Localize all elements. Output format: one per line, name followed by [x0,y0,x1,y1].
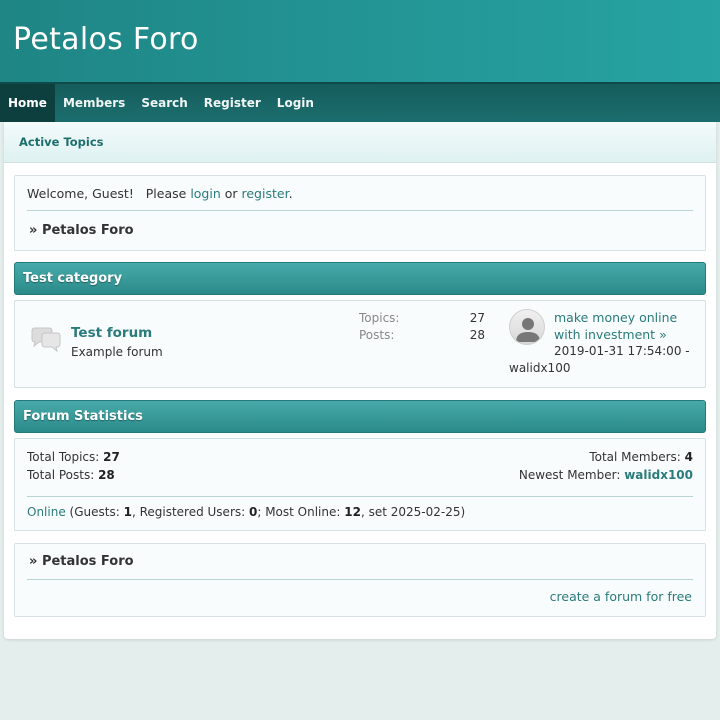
main-navigation: Home Members Search Register Login [0,82,720,122]
statistics-header: Forum Statistics [14,400,706,433]
footer-breadcrumb: » Petalos Foro [29,554,134,569]
category-header[interactable]: Test category [14,262,706,295]
welcome-message: Welcome, Guest! Please login or register… [27,186,293,201]
speech-bubbles-icon [31,327,61,353]
total-topics: Total Topics: 27 [27,450,120,464]
nav-members[interactable]: Members [55,84,133,122]
topics-count: 27 [469,311,485,325]
register-link[interactable]: register [242,186,289,201]
statistics-panel: Total Topics: 27 Total Posts: 28 Total M… [14,438,706,531]
divider [27,579,693,580]
last-post-user[interactable]: walidx100 [509,361,570,375]
active-topics-link[interactable]: Active Topics [19,135,104,149]
total-posts: Total Posts: 28 [27,468,115,482]
online-link[interactable]: Online [27,505,66,519]
last-post: make money online with investment » 2019… [509,309,705,377]
nav-home[interactable]: Home [0,84,55,122]
total-members: Total Members: 4 [589,450,693,464]
forum-row: Test forum Example forum Topics: 27 Post… [14,300,706,388]
breadcrumb-home[interactable]: Petalos Foro [42,223,134,238]
last-post-date: 2019-01-31 17:54:00 - [554,344,690,358]
login-link[interactable]: login [190,186,220,201]
breadcrumb-home[interactable]: Petalos Foro [42,554,134,569]
online-stats: Online (Guests: 1, Registered Users: 0; … [27,505,466,519]
last-post-link[interactable]: make money online with investment » [554,309,705,343]
newest-member-link[interactable]: walidx100 [624,468,693,482]
newest-member: Newest Member: walidx100 [518,468,693,482]
divider [27,496,693,497]
divider [27,210,693,211]
nav-login[interactable]: Login [269,84,322,122]
topics-label: Topics: [359,311,400,325]
main-content: Active Topics Welcome, Guest! Please log… [4,122,716,639]
forum-description: Example forum [71,345,163,359]
breadcrumb: » Petalos Foro [29,223,134,238]
nav-register[interactable]: Register [196,84,269,122]
posts-label: Posts: [359,328,395,342]
welcome-panel: Welcome, Guest! Please login or register… [14,175,706,251]
go-to-post-icon[interactable]: » [659,327,667,342]
site-banner: Petalos Foro [0,0,720,82]
footer-panel: » Petalos Foro create a forum for free [14,543,706,617]
posts-count: 28 [469,328,485,342]
sub-navigation: Active Topics [4,122,716,163]
nav-search[interactable]: Search [133,84,195,122]
site-title[interactable]: Petalos Foro [13,22,199,57]
create-forum-link[interactable]: create a forum for free [550,589,692,604]
forum-link[interactable]: Test forum [71,325,152,341]
